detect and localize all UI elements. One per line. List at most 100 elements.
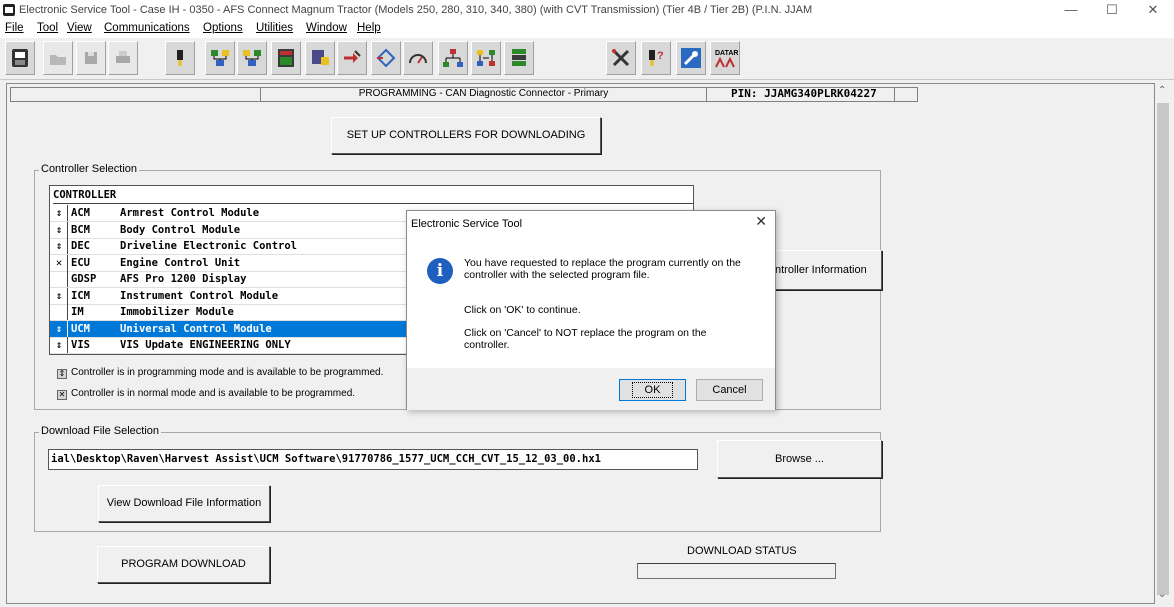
programming-mode-icon: ⇕ xyxy=(55,339,63,351)
scroll-up-icon[interactable]: ⌃ xyxy=(1158,85,1166,96)
module-button[interactable] xyxy=(271,41,301,75)
programming-mode-icon: ⇕ xyxy=(55,290,63,302)
download-file-legend: Download File Selection xyxy=(39,425,162,437)
programming-header: PROGRAMMING - CAN Diagnostic Connector -… xyxy=(10,87,918,102)
menu-tool[interactable]: Tool xyxy=(37,22,58,34)
dialog-close-icon[interactable]: ✕ xyxy=(755,213,767,230)
close-window-button[interactable]: ✕ xyxy=(1134,0,1172,20)
normal-mode-note: ✕ Controller is in normal mode and is ava… xyxy=(57,388,355,400)
window-title: Electronic Service Tool - Case IH - 0350… xyxy=(19,4,813,16)
wrench-arrow-icon xyxy=(344,50,361,63)
menu-options[interactable]: Options xyxy=(203,22,243,34)
programming-mode-icon: ⇕ xyxy=(55,240,63,252)
svg-text:?: ? xyxy=(657,50,664,62)
est-button[interactable] xyxy=(5,41,35,75)
controller-name: VIS Update ENGINEERING ONLY xyxy=(120,339,291,351)
controller-name: Universal Control Module xyxy=(120,323,272,335)
controller-code: DEC xyxy=(67,238,122,254)
tools-button[interactable] xyxy=(606,41,636,75)
wrench-settings-icon xyxy=(681,48,701,68)
controller-code: BCM xyxy=(67,222,122,238)
controller-code: GDSP xyxy=(67,271,122,287)
gauge-icon xyxy=(409,54,427,64)
menu-communications[interactable]: Communications xyxy=(104,22,190,34)
app-icon xyxy=(3,4,15,16)
menu-file[interactable]: File xyxy=(5,22,24,34)
save-button[interactable] xyxy=(76,41,106,75)
controller-code: IM xyxy=(67,304,122,320)
controller-name: Driveline Electronic Control xyxy=(120,240,298,252)
dialog-title: Electronic Service Tool xyxy=(411,218,523,230)
open-folder-icon xyxy=(50,55,66,65)
open-button[interactable] xyxy=(43,41,73,75)
tree-network-icon xyxy=(443,49,463,67)
programming-mode-icon: ⇕ xyxy=(55,207,63,219)
download-file-path-field[interactable]: ial\Desktop\Raven\Harvest Assist\UCM Sof… xyxy=(48,449,698,470)
controller-name: Instrument Control Module xyxy=(120,290,279,302)
cancel-button[interactable]: Cancel xyxy=(696,379,763,401)
toolbar: ? DATAR xyxy=(0,38,1174,80)
save-icon xyxy=(85,52,97,64)
scroll-thumb[interactable] xyxy=(1157,103,1169,595)
menu-window[interactable]: Window xyxy=(306,22,347,34)
program-download-button[interactable]: PROGRAM DOWNLOAD xyxy=(97,546,270,583)
dialog-message: You have requested to replace the progra… xyxy=(464,257,741,281)
programming-mode-note: ⇕ Controller is in programming mode and i… xyxy=(57,367,383,379)
print-button[interactable] xyxy=(108,41,138,75)
menu-bar: File Tool View Communications Options Ut… xyxy=(0,21,1174,38)
browse-button[interactable]: Browse ... xyxy=(717,440,882,478)
controllers-tree-button[interactable] xyxy=(471,41,501,75)
wrench-arrow-button[interactable] xyxy=(337,41,367,75)
diamond-arrow-button[interactable] xyxy=(371,41,401,75)
network-alt-button[interactable] xyxy=(237,41,267,75)
controllers-stack-icon xyxy=(512,49,526,66)
controller-code: ECU xyxy=(67,255,122,271)
title-bar: Electronic Service Tool - Case IH - 0350… xyxy=(0,0,1174,21)
controller-code: ACM xyxy=(67,205,122,221)
normal-mode-icon: ✕ xyxy=(57,390,67,400)
controller-name: AFS Pro 1200 Display xyxy=(120,273,247,285)
ok-button-label: OK xyxy=(631,382,674,398)
connector-help-button[interactable]: ? xyxy=(641,41,671,75)
module-icon xyxy=(278,49,294,67)
vertical-scrollbar[interactable]: ⌃ ⌄ xyxy=(1155,83,1172,604)
module-config-icon xyxy=(312,50,329,65)
view-download-file-info-button[interactable]: View Download File Information xyxy=(98,485,270,522)
datar-button[interactable]: DATAR xyxy=(710,41,740,75)
setup-controllers-button[interactable]: SET UP CONTROLLERS FOR DOWNLOADING xyxy=(331,117,601,154)
normal-mode-note-text: Controller is in normal mode and is avai… xyxy=(71,388,356,399)
confirm-replace-dialog: Electronic Service Tool ✕ i You have req… xyxy=(406,210,776,410)
network-alt-icon xyxy=(243,50,261,66)
module-config-button[interactable] xyxy=(305,41,335,75)
tree-network-button[interactable] xyxy=(438,41,468,75)
info-icon: i xyxy=(427,258,453,284)
maximize-button[interactable]: ☐ xyxy=(1093,0,1131,20)
controller-code: VIS xyxy=(67,337,122,353)
controller-name: Immobilizer Module xyxy=(120,306,234,318)
tools-icon xyxy=(612,49,630,67)
ok-button[interactable]: OK xyxy=(619,379,686,401)
minimize-button[interactable]: — xyxy=(1052,0,1090,20)
controllers-button[interactable] xyxy=(504,41,534,75)
gauge-button[interactable] xyxy=(403,41,433,75)
programming-mode-icon: ⇕ xyxy=(55,323,63,335)
connector-button[interactable] xyxy=(165,41,195,75)
menu-help[interactable]: Help xyxy=(357,22,381,34)
controller-name: Body Control Module xyxy=(120,224,241,236)
controller-name: Armrest Control Module xyxy=(120,207,260,219)
programming-mode-icon: ⇕ xyxy=(57,369,67,379)
wrench-settings-button[interactable] xyxy=(676,41,706,75)
network-button[interactable] xyxy=(205,41,235,75)
menu-utilities[interactable]: Utilities xyxy=(256,22,293,34)
controller-column-header: CONTROLLER xyxy=(53,188,693,204)
controller-name: Engine Control Unit xyxy=(120,257,241,269)
scroll-down-icon[interactable]: ⌄ xyxy=(1158,589,1166,600)
programming-connection-label: PROGRAMMING - CAN Diagnostic Connector -… xyxy=(260,87,706,102)
dialog-cancel-text: Click on 'Cancel' to NOT replace the pro… xyxy=(464,327,707,351)
connector-help-icon: ? xyxy=(649,50,664,66)
menu-view[interactable]: View xyxy=(67,22,92,34)
dialog-footer: OK Cancel xyxy=(407,368,775,410)
print-icon xyxy=(116,51,130,63)
datar-icon: DATAR xyxy=(715,50,738,68)
svg-text:DATAR: DATAR xyxy=(715,50,738,57)
